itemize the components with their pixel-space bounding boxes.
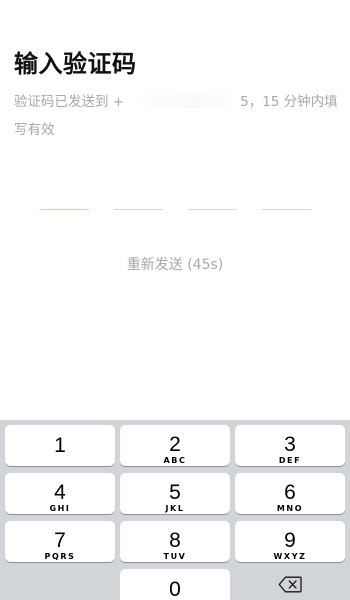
resend-countdown[interactable]: 重新发送 (45s)	[0, 254, 350, 274]
code-input[interactable]	[40, 209, 312, 211]
page-title: 输入验证码	[14, 50, 137, 78]
key-5[interactable]: 5 JKL	[120, 473, 230, 514]
key-letters: JKL	[165, 504, 185, 513]
code-slot[interactable]	[40, 209, 89, 210]
key-letters: ABC	[163, 456, 187, 465]
masked-phone-number	[124, 94, 241, 108]
hint-prefix: 验证码已发送到 +	[14, 94, 125, 110]
key-9[interactable]: 9 WXYZ	[235, 521, 345, 562]
key-4[interactable]: 4 GHI	[5, 473, 115, 514]
key-number: 7	[54, 529, 66, 552]
key-number: 2	[169, 433, 181, 456]
code-slot[interactable]	[114, 209, 163, 210]
numeric-keyboard: 1 2 ABC 3 DEF 4 GHI 5 JKL 6 MNO 7 PQRS 8…	[0, 420, 350, 600]
key-letters: WXYZ	[273, 552, 307, 561]
key-number: 3	[284, 433, 296, 456]
key-number: 0	[169, 578, 181, 600]
key-number: 1	[54, 434, 66, 457]
key-1[interactable]: 1	[5, 425, 115, 466]
key-0[interactable]: 0	[120, 569, 230, 600]
code-slot[interactable]	[188, 209, 237, 210]
key-letters: PQRS	[44, 552, 76, 561]
key-number: 5	[169, 481, 181, 504]
key-7[interactable]: 7 PQRS	[5, 521, 115, 562]
key-3[interactable]: 3 DEF	[235, 425, 345, 466]
key-number: 9	[284, 529, 296, 552]
key-2[interactable]: 2 ABC	[120, 425, 230, 466]
sent-hint: 验证码已发送到 +5，15 分钟内填写有效	[14, 88, 339, 144]
key-letters: GHI	[49, 504, 71, 513]
key-number: 8	[169, 529, 181, 552]
backspace-icon	[278, 576, 302, 593]
key-letters: DEF	[278, 456, 302, 465]
code-slot[interactable]	[262, 209, 311, 210]
key-letters: TUV	[163, 552, 187, 561]
key-number: 4	[54, 481, 66, 504]
key-6[interactable]: 6 MNO	[235, 473, 345, 514]
key-letters: MNO	[276, 504, 304, 513]
key-number: 6	[284, 481, 296, 504]
delete-key[interactable]	[234, 568, 344, 600]
key-8[interactable]: 8 TUV	[120, 521, 230, 562]
